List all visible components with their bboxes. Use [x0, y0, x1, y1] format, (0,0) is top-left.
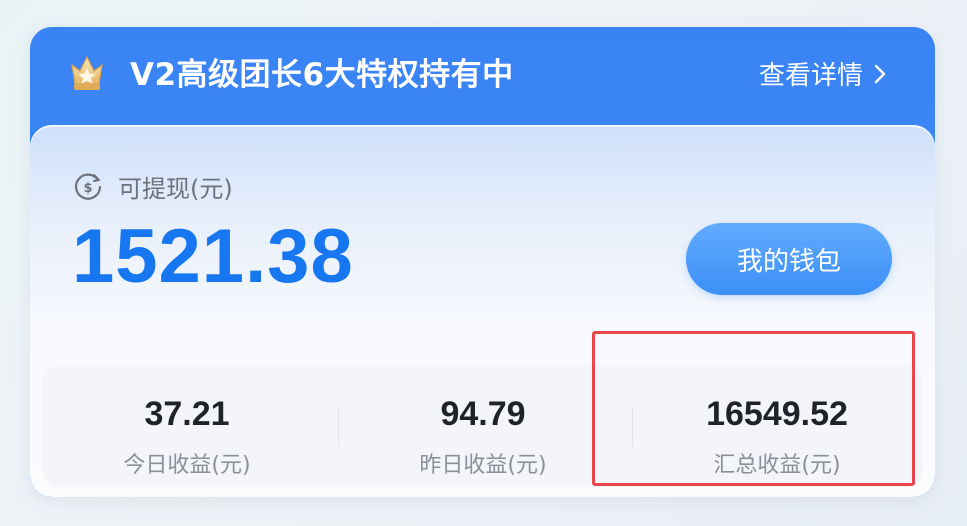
stat-today-value: 37.21	[144, 395, 230, 433]
privilege-header[interactable]: V2高级团长6大特权持有中 查看详情	[30, 27, 935, 127]
stat-yesterday: 94.79 昨日收益(元)	[338, 365, 628, 487]
withdrawable-header: $ 可提现(元)	[72, 169, 233, 204]
stat-yesterday-label: 昨日收益(元)	[419, 453, 547, 478]
stat-yesterday-value: 94.79	[440, 395, 526, 433]
view-details-link[interactable]: 查看详情	[759, 55, 887, 92]
crown-badge-icon	[71, 55, 103, 90]
stat-today-label: 今日收益(元)	[123, 453, 251, 478]
svg-text:$: $	[83, 181, 92, 196]
privilege-title: V2高级团长6大特权持有中	[130, 57, 514, 93]
chevron-right-icon	[874, 64, 886, 83]
coin-withdraw-icon: $	[74, 173, 102, 200]
view-details-label: 查看详情	[758, 61, 863, 91]
withdrawable-label: 可提现(元)	[118, 175, 233, 203]
total-earnings-highlight-box	[592, 331, 915, 486]
withdrawable-amount: 1521.38	[72, 214, 354, 299]
my-wallet-button[interactable]: 我的钱包	[686, 223, 892, 295]
stat-today: 37.21 今日收益(元)	[42, 365, 332, 487]
